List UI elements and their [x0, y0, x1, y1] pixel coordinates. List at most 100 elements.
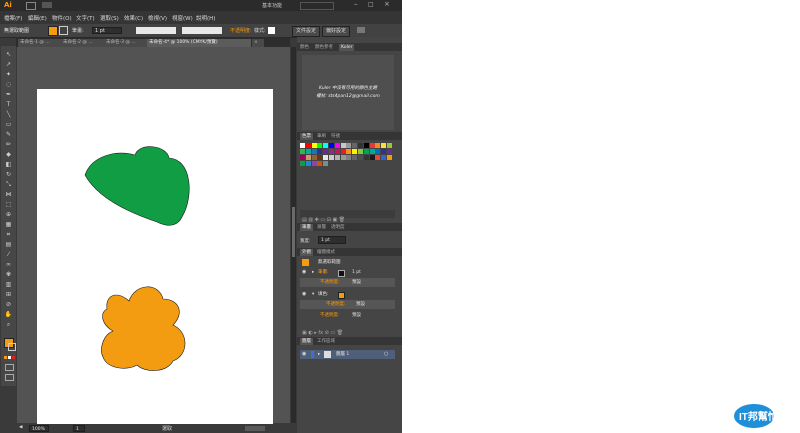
swatch[interactable] — [369, 155, 375, 160]
visibility-eye-icon[interactable]: ◉ — [302, 268, 306, 277]
mesh-tool-icon[interactable]: ⌗ — [4, 230, 13, 239]
swatch[interactable] — [346, 143, 352, 148]
blend-tool-icon[interactable]: ∞ — [4, 260, 13, 269]
tab-artboards[interactable]: 工作區域 — [317, 338, 335, 345]
arrange-documents-icon[interactable] — [42, 2, 52, 8]
green-blob-shape[interactable] — [84, 146, 190, 226]
swatch[interactable] — [323, 155, 329, 160]
expand-triangle-icon[interactable]: ▸ — [312, 268, 314, 277]
tab-brushes[interactable]: 筆刷 — [317, 133, 326, 140]
swatch[interactable] — [363, 155, 369, 160]
layer-target-icon[interactable]: ○ — [384, 350, 388, 359]
brush-definition[interactable] — [182, 27, 222, 34]
appearance-object-opacity-row[interactable]: 不透明度: 預設 — [300, 311, 395, 320]
paintbrush-tool-icon[interactable]: ✎ — [4, 130, 13, 139]
swatch[interactable] — [381, 143, 387, 148]
swatch[interactable] — [369, 143, 375, 148]
tab-kuler[interactable]: Kuler — [339, 44, 355, 51]
swatch[interactable] — [340, 143, 346, 148]
rectangle-tool-icon[interactable]: ▭ — [4, 120, 13, 129]
swatch[interactable] — [387, 143, 392, 148]
eyedropper-tool-icon[interactable]: ⁄ — [4, 250, 13, 259]
appearance-fill-opacity-row[interactable]: 不透明度: 預設 — [300, 300, 395, 309]
swatch[interactable] — [300, 143, 305, 148]
gradient-mode-icon[interactable] — [8, 356, 11, 359]
scroll-thumb[interactable] — [292, 207, 295, 257]
magic-wand-tool-icon[interactable]: ✦ — [4, 70, 13, 79]
tab-layers[interactable]: 圖層 — [300, 338, 313, 345]
direct-selection-tool-icon[interactable]: ↗ — [4, 60, 13, 69]
stroke-swatch[interactable] — [8, 343, 16, 351]
shape-builder-tool-icon[interactable]: ⊕ — [4, 210, 13, 219]
layer-name[interactable]: 圖層 1 — [336, 350, 349, 359]
appearance-fill-opacity-label[interactable]: 不透明度: — [326, 300, 346, 309]
slice-tool-icon[interactable]: ⊘ — [4, 300, 13, 309]
close-tab-icon[interactable]: × — [252, 39, 264, 47]
horizontal-scrollbar[interactable] — [245, 426, 265, 431]
appearance-stroke-row[interactable]: ◉ ▸ 筆畫: 1 pt — [300, 268, 395, 277]
swatch[interactable] — [375, 155, 381, 160]
swatch[interactable] — [352, 143, 358, 148]
swatch[interactable] — [346, 155, 352, 160]
visibility-eye-icon[interactable]: ◉ — [302, 290, 306, 299]
menu-window[interactable]: 視窗(W) — [172, 14, 193, 22]
tab-stroke[interactable]: 筆畫 — [300, 224, 313, 231]
artboard-number-field[interactable]: 1 — [73, 425, 85, 432]
swatch[interactable] — [381, 155, 387, 160]
swatch[interactable] — [323, 161, 329, 166]
layer-expand-icon[interactable]: ▸ — [318, 350, 320, 359]
panel-stroke-weight-field[interactable]: 1 pt — [318, 236, 346, 244]
menu-effect[interactable]: 效果(C) — [124, 14, 143, 22]
swatch[interactable] — [352, 155, 358, 160]
layer-visibility-eye-icon[interactable]: ◉ — [302, 350, 306, 359]
doc-tab-active[interactable]: 未命名-4* @ 100% (CMYK/預覽) — [147, 39, 251, 47]
type-tool-icon[interactable]: T — [4, 100, 13, 109]
swatch[interactable] — [363, 149, 369, 154]
swatch[interactable] — [311, 149, 317, 154]
swatch[interactable] — [311, 155, 317, 160]
tab-gradient[interactable]: 漸層 — [317, 224, 326, 231]
swatch[interactable] — [311, 161, 317, 166]
swatch[interactable] — [323, 143, 329, 148]
swatch[interactable] — [375, 143, 381, 148]
gradient-tool-icon[interactable]: ▤ — [4, 240, 13, 249]
maximize-icon[interactable]: □ — [368, 1, 374, 8]
swatch[interactable] — [340, 155, 346, 160]
draw-mode-icon[interactable] — [5, 364, 14, 371]
appearance-footer-icons[interactable]: ▣ ◐ ▸ fx ⊘ ▭ 🗑 — [302, 330, 392, 337]
swatch[interactable] — [334, 149, 340, 154]
appearance-fill-label[interactable]: 填色: — [318, 290, 329, 299]
swatch[interactable] — [300, 155, 305, 160]
minimize-icon[interactable]: – — [354, 0, 358, 8]
bridge-icon[interactable] — [26, 2, 36, 10]
lasso-tool-icon[interactable]: ◌ — [4, 80, 13, 89]
swatch[interactable] — [340, 149, 346, 154]
swatch[interactable] — [300, 161, 305, 166]
graphic-style-swatch[interactable] — [268, 27, 275, 34]
swatch[interactable] — [329, 149, 334, 154]
tab-transparency[interactable]: 透明度 — [331, 224, 345, 231]
appearance-opacity-row[interactable]: 不透明度: 預設 — [300, 278, 395, 287]
selection-tool-icon[interactable]: ↖ — [4, 50, 13, 59]
appearance-opacity-label[interactable]: 不透明度: — [320, 278, 340, 287]
doc-tab[interactable]: 未命名-1 @ ... — [18, 39, 62, 47]
tab-color[interactable]: 顏色 — [300, 44, 309, 51]
pencil-tool-icon[interactable]: ✏ — [4, 140, 13, 149]
swatches-footer-icons[interactable]: ▤ ▥ ✚ ▭ ⊟ ▣ 🗑 — [302, 217, 392, 224]
workspace-switcher[interactable]: 基本功能 — [262, 2, 282, 9]
swatch[interactable] — [334, 143, 340, 148]
swatch[interactable] — [317, 143, 323, 148]
status-mode[interactable]: 選取 — [162, 425, 172, 432]
appearance-fill-row[interactable]: ◉ ▾ 填色: — [300, 290, 395, 299]
appearance-stroke-label[interactable]: 筆畫: — [318, 268, 329, 277]
pen-tool-icon[interactable]: ✒ — [4, 90, 13, 99]
variable-width-profile[interactable] — [136, 27, 176, 34]
swatch[interactable] — [311, 143, 317, 148]
opacity-label[interactable]: 不透明度: — [230, 27, 252, 34]
stroke-color-swatch[interactable] — [59, 26, 68, 35]
rotate-tool-icon[interactable]: ↻ — [4, 170, 13, 179]
menu-help[interactable]: 說明(H) — [196, 14, 215, 22]
swatch[interactable] — [305, 155, 311, 160]
menu-file[interactable]: 檔案(F) — [4, 14, 22, 22]
stroke-color-box[interactable] — [338, 270, 345, 277]
